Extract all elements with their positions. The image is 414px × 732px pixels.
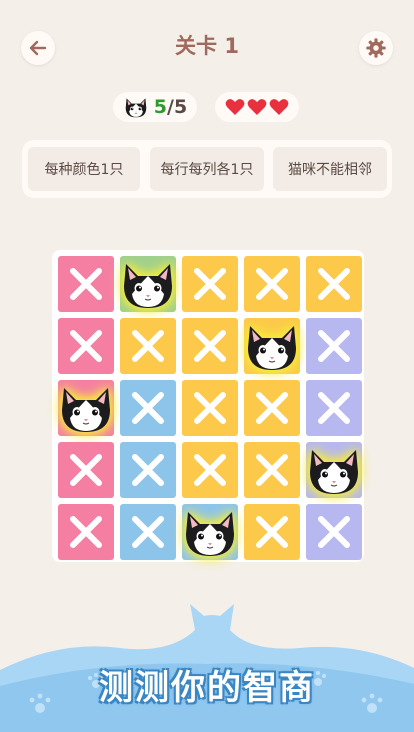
board-cell[interactable] bbox=[244, 504, 300, 560]
board-cell[interactable] bbox=[244, 256, 300, 312]
cat-icon bbox=[309, 449, 359, 495]
board-cell[interactable] bbox=[120, 504, 176, 560]
board-cell[interactable] bbox=[58, 504, 114, 560]
cats-total: /5 bbox=[167, 96, 188, 118]
x-mark-icon bbox=[318, 268, 350, 300]
x-mark-icon bbox=[132, 392, 164, 424]
x-mark-icon bbox=[256, 454, 288, 486]
x-mark-icon bbox=[256, 516, 288, 548]
board-cell[interactable] bbox=[120, 380, 176, 436]
cat-icon bbox=[61, 387, 111, 433]
settings-button[interactable] bbox=[359, 31, 393, 65]
board-cell[interactable] bbox=[306, 256, 362, 312]
cat-counter: 5/5 bbox=[113, 92, 197, 122]
cat-icon bbox=[247, 325, 297, 371]
heart-icon bbox=[247, 99, 267, 115]
level-title: 关卡 1 bbox=[175, 34, 239, 58]
board-cell[interactable] bbox=[58, 256, 114, 312]
cat-icon bbox=[123, 263, 173, 309]
rules-panel: 每种颜色1只 每行每列各1只 猫咪不能相邻 bbox=[22, 140, 392, 198]
cat-face-icon bbox=[125, 98, 147, 118]
board-cell[interactable] bbox=[306, 318, 362, 374]
board-cell[interactable] bbox=[58, 442, 114, 498]
x-mark-icon bbox=[132, 454, 164, 486]
board-cell[interactable] bbox=[58, 380, 114, 436]
board-cell[interactable] bbox=[182, 504, 238, 560]
board-cell[interactable] bbox=[182, 380, 238, 436]
x-mark-icon bbox=[70, 330, 102, 362]
x-mark-icon bbox=[318, 330, 350, 362]
board-cell[interactable] bbox=[120, 318, 176, 374]
heart-icon bbox=[269, 99, 289, 115]
x-mark-icon bbox=[256, 392, 288, 424]
x-mark-icon bbox=[132, 516, 164, 548]
rule-color: 每种颜色1只 bbox=[28, 147, 140, 191]
slogan-text: 测测你的智商 bbox=[99, 668, 315, 708]
x-mark-icon bbox=[256, 268, 288, 300]
x-mark-icon bbox=[194, 268, 226, 300]
x-mark-icon bbox=[318, 392, 350, 424]
board-cell[interactable] bbox=[306, 380, 362, 436]
cat-icon bbox=[185, 511, 235, 557]
x-mark-icon bbox=[70, 454, 102, 486]
board-cell[interactable] bbox=[120, 256, 176, 312]
board-cell[interactable] bbox=[182, 256, 238, 312]
heart-icon bbox=[225, 99, 245, 115]
board-cell[interactable] bbox=[182, 442, 238, 498]
x-mark-icon bbox=[194, 330, 226, 362]
board-cell[interactable] bbox=[306, 442, 362, 498]
puzzle-board bbox=[52, 250, 364, 562]
board-cell[interactable] bbox=[244, 318, 300, 374]
board-cell[interactable] bbox=[58, 318, 114, 374]
footer-banner: 测测你的智商 bbox=[0, 590, 414, 732]
board-cell[interactable] bbox=[306, 504, 362, 560]
lives-indicator bbox=[215, 92, 299, 122]
board-cell[interactable] bbox=[244, 442, 300, 498]
top-bar: 关卡 1 bbox=[0, 0, 414, 96]
rule-not-adjacent: 猫咪不能相邻 bbox=[273, 147, 387, 191]
gear-icon bbox=[366, 38, 386, 58]
rule-row-column: 每行每列各1只 bbox=[150, 147, 264, 191]
x-mark-icon bbox=[132, 330, 164, 362]
cats-found: 5 bbox=[153, 96, 168, 118]
x-mark-icon bbox=[70, 268, 102, 300]
x-mark-icon bbox=[194, 454, 226, 486]
board-cell[interactable] bbox=[182, 318, 238, 374]
x-mark-icon bbox=[70, 516, 102, 548]
x-mark-icon bbox=[318, 516, 350, 548]
board-cell[interactable] bbox=[244, 380, 300, 436]
x-mark-icon bbox=[194, 392, 226, 424]
board-cell[interactable] bbox=[120, 442, 176, 498]
